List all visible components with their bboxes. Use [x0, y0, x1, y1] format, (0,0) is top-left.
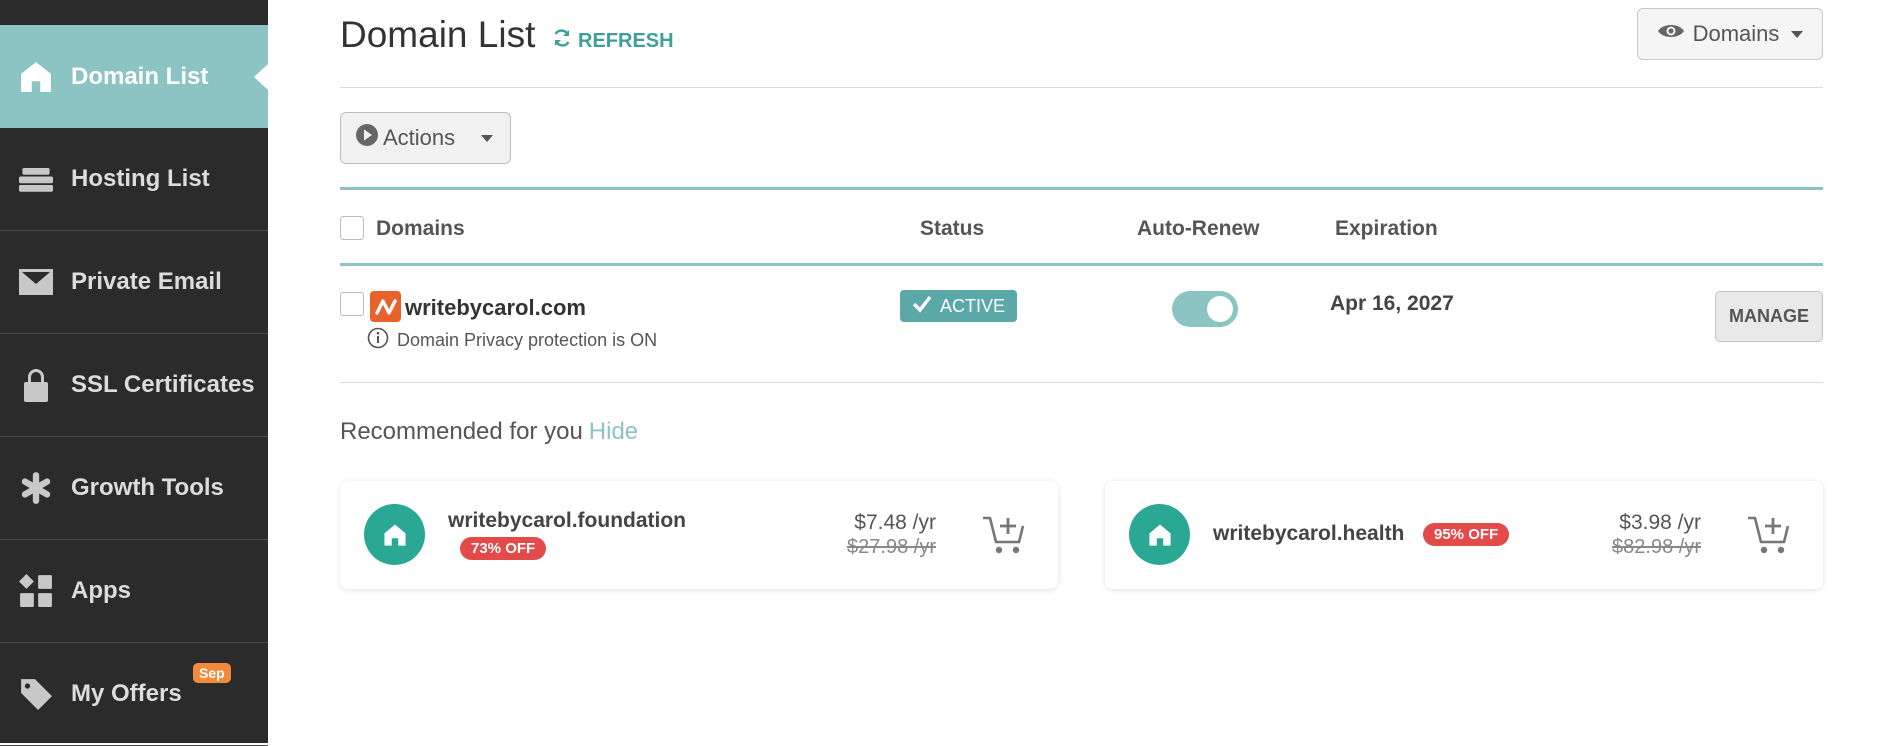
recommendation-card: writebycarol.foundation 73% OFF $7.48 /y… [340, 481, 1058, 589]
column-header-auto-renew[interactable]: Auto-Renew [1137, 217, 1260, 241]
toggle-knob [1207, 296, 1233, 322]
old-price: $82.98 /yr [1612, 536, 1701, 558]
status-badge: ACTIVE [900, 290, 1017, 322]
sidebar-item-label: Hosting List [71, 165, 210, 192]
sidebar-item-domain-list[interactable]: Domain List [0, 25, 268, 128]
apps-grid-icon [18, 573, 54, 609]
discount-badge: 95% OFF [1423, 523, 1510, 546]
recommended-domain-name: writebycarol.foundation [448, 509, 687, 532]
info-icon [367, 327, 397, 354]
column-header-status[interactable]: Status [920, 217, 984, 241]
select-all-checkbox[interactable] [340, 216, 364, 240]
refresh-icon [552, 28, 578, 54]
play-icon [355, 123, 383, 153]
column-header-domains[interactable]: Domains [376, 217, 465, 241]
sidebar-item-label: Private Email [71, 268, 222, 295]
sidebar-item-my-offers[interactable]: My Offers Sep [0, 643, 268, 746]
discount-badge: 73% OFF [460, 537, 547, 560]
chevron-down-icon [481, 134, 494, 142]
server-icon [18, 161, 54, 197]
domain-favicon-icon [370, 291, 401, 322]
sidebar-item-label: SSL Certificates [71, 371, 255, 398]
domain-name[interactable]: writebycarol.com [405, 295, 586, 321]
refresh-button[interactable]: REFRESH [552, 28, 674, 54]
home-icon [1129, 504, 1190, 565]
eye-icon [1657, 21, 1693, 47]
sidebar-top-spacer [0, 0, 268, 25]
checkmark-icon [912, 294, 940, 319]
price: $7.48 /yr [854, 511, 936, 534]
sidebar-item-ssl-certificates[interactable]: SSL Certificates [0, 334, 268, 437]
offer-badge: Sep [193, 663, 231, 683]
table-header: Domains Status Auto-Renew Expiration [340, 187, 1823, 266]
auto-renew-toggle[interactable] [1172, 291, 1238, 327]
page-header: Domain List REFRESH Domains [340, 0, 1823, 88]
view-dropdown-label: Domains [1692, 21, 1780, 46]
view-dropdown[interactable]: Domains [1637, 8, 1823, 60]
chevron-down-icon [1791, 30, 1804, 38]
main-content: Domain List REFRESH Domains Actions Doma… [340, 0, 1823, 743]
recommended-domain-name: writebycarol.health [1213, 522, 1405, 545]
sidebar-item-growth-tools[interactable]: Growth Tools [0, 437, 268, 540]
home-icon [18, 59, 54, 95]
hide-recommendations-link[interactable]: Hide [589, 418, 638, 445]
sidebar-item-label: My Offers [71, 680, 182, 707]
envelope-icon [18, 264, 54, 300]
column-header-expiration[interactable]: Expiration [1335, 217, 1438, 241]
refresh-label: REFRESH [578, 29, 674, 52]
status-label: ACTIVE [939, 295, 1005, 316]
price: $3.98 /yr [1619, 511, 1701, 534]
add-to-cart-icon[interactable] [1747, 514, 1791, 556]
sidebar-item-apps[interactable]: Apps [0, 540, 268, 643]
privacy-note-text: Domain Privacy protection is ON [397, 330, 658, 350]
table-row: writebycarol.com Domain Privacy protecti… [340, 266, 1823, 383]
recommendations-heading: Recommended for you Hide [340, 418, 638, 446]
tag-icon [18, 676, 54, 712]
sidebar-item-label: Domain List [71, 62, 209, 90]
row-checkbox[interactable] [340, 292, 364, 316]
lock-icon [18, 367, 54, 403]
manage-button[interactable]: MANAGE [1715, 291, 1823, 342]
sidebar-item-private-email[interactable]: Private Email [0, 231, 268, 334]
add-to-cart-icon[interactable] [982, 514, 1026, 556]
actions-label: Actions [383, 125, 456, 150]
page-title: Domain List [340, 14, 536, 55]
asterisk-icon [18, 470, 54, 506]
sidebar: Domain List Hosting List Private Email S… [0, 0, 268, 746]
sidebar-item-label: Apps [71, 577, 131, 604]
expiration-date: Apr 16, 2027 [1330, 292, 1454, 315]
recommendation-card: writebycarol.health 95% OFF $3.98 /yr $8… [1105, 481, 1823, 589]
privacy-note: Domain Privacy protection is ON [367, 327, 657, 354]
old-price: $27.98 /yr [847, 536, 936, 558]
sidebar-item-label: Growth Tools [71, 474, 224, 501]
recommendations-title: Recommended for you [340, 418, 583, 445]
actions-dropdown[interactable]: Actions [340, 112, 511, 164]
home-icon [364, 504, 425, 565]
sidebar-item-hosting-list[interactable]: Hosting List [0, 128, 268, 231]
